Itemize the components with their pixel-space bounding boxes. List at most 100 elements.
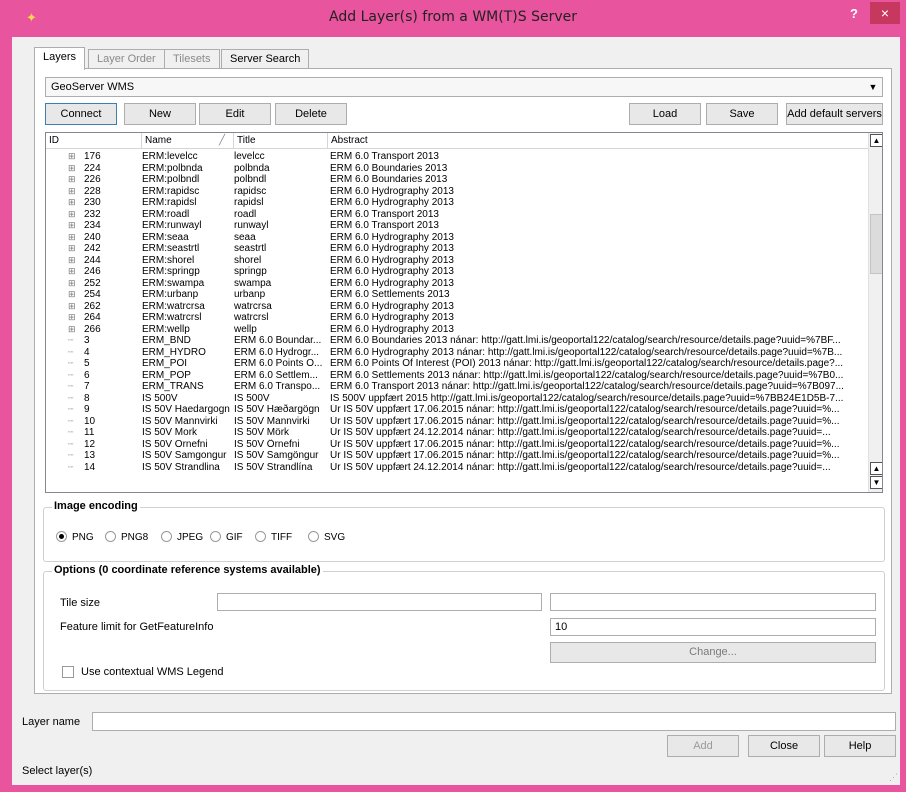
expander-icon[interactable]: ⊞ xyxy=(68,232,80,244)
scroll-up-icon[interactable]: ▲ xyxy=(870,134,882,147)
encoding-radio-png8[interactable]: PNG8 xyxy=(105,531,148,544)
expander-icon[interactable]: ┈ xyxy=(68,358,80,370)
table-row[interactable]: ┈ 14 IS 50V Strandlina IS 50V Strandlína Úr … xyxy=(46,462,868,474)
table-row[interactable]: ┈ 5 ERM_POI ERM 6.0 Points O... ERM 6.0 Poin… xyxy=(46,358,868,370)
contextual-legend-checkbox[interactable] xyxy=(62,666,74,678)
add-default-servers-button[interactable]: Add default servers xyxy=(786,103,883,125)
edit-button[interactable]: Edit xyxy=(199,103,271,125)
row-title: polbnda xyxy=(234,162,270,174)
connect-button[interactable]: Connect xyxy=(45,103,117,125)
expander-icon[interactable]: ┈ xyxy=(68,404,80,416)
expander-icon[interactable]: ⊞ xyxy=(68,174,80,186)
expander-icon[interactable]: ⊞ xyxy=(68,209,80,221)
table-row[interactable]: ⊞ 262 ERM:watrcrsa watrcrsa ERM 6.0 Hydrogra… xyxy=(46,301,868,313)
encoding-radio-png[interactable]: PNG xyxy=(56,531,94,544)
tree-scrollbar[interactable]: ▲ ▲ ▼ xyxy=(868,133,882,492)
change-crs-label: Change... xyxy=(689,646,737,658)
expander-icon[interactable]: ⊞ xyxy=(68,186,80,198)
new-button[interactable]: New xyxy=(124,103,196,125)
tab-layer-order[interactable]: Layer Order xyxy=(88,49,165,69)
table-row[interactable]: ┈ 6 ERM_POP ERM 6.0 Settlem... ERM 6.0 Settl… xyxy=(46,370,868,382)
expander-icon[interactable]: ⊞ xyxy=(68,266,80,278)
expander-icon[interactable]: ⊞ xyxy=(68,151,80,163)
expander-icon[interactable]: ⊞ xyxy=(68,312,80,324)
column-header-name[interactable]: Name ╱ xyxy=(142,133,234,149)
table-row[interactable]: ┈ 13 IS 50V Samgongur IS 50V Samgöngur Úr IS… xyxy=(46,450,868,462)
scroll-up-icon[interactable]: ▲ xyxy=(870,462,882,475)
table-row[interactable]: ┈ 8 IS 500V IS 500V IS 500V uppfært 2015 htt… xyxy=(46,393,868,405)
expander-icon[interactable]: ⊞ xyxy=(68,197,80,209)
table-row[interactable]: ⊞ 232 ERM:roadl roadl ERM 6.0 Transport 2013 xyxy=(46,209,868,221)
expander-icon[interactable]: ┈ xyxy=(68,347,80,359)
expander-icon[interactable]: ┈ xyxy=(68,370,80,382)
table-row[interactable]: ⊞ 224 ERM:polbnda polbnda ERM 6.0 Boundaries… xyxy=(46,163,868,175)
table-row[interactable]: ⊞ 228 ERM:rapidsc rapidsc ERM 6.0 Hydrograph… xyxy=(46,186,868,198)
expander-icon[interactable]: ⊞ xyxy=(68,163,80,175)
expander-icon[interactable]: ┈ xyxy=(68,427,80,439)
tile-size-height-input[interactable] xyxy=(550,593,876,611)
table-row[interactable]: ┈ 10 IS 50V Mannvirki IS 50V Mannvirki Úr IS… xyxy=(46,416,868,428)
expander-icon[interactable]: ⊞ xyxy=(68,324,80,336)
tab-tilesets[interactable]: Tilesets xyxy=(164,49,220,69)
layer-name-input[interactable] xyxy=(92,712,896,731)
expander-icon[interactable]: ⊞ xyxy=(68,301,80,313)
feature-limit-input[interactable]: 10 xyxy=(550,618,876,636)
table-row[interactable]: ⊞ 226 ERM:polbndl polbndl ERM 6.0 Boundaries… xyxy=(46,174,868,186)
expander-icon[interactable]: ┈ xyxy=(68,462,80,474)
expander-icon[interactable]: ┈ xyxy=(68,335,80,347)
tile-size-width-input[interactable] xyxy=(217,593,542,611)
table-row[interactable]: ⊞ 242 ERM:seastrtl seastrtl ERM 6.0 Hydrogra… xyxy=(46,243,868,255)
encoding-radio-tiff[interactable]: TIFF xyxy=(255,531,292,544)
table-row[interactable]: ┈ 4 ERM_HYDRO ERM 6.0 Hydrogr... ERM 6.0 Hyd… xyxy=(46,347,868,359)
table-row[interactable]: ⊞ 240 ERM:seaa seaa ERM 6.0 Hydrography 2013 xyxy=(46,232,868,244)
encoding-radio-gif[interactable]: GIF xyxy=(210,531,243,544)
load-button[interactable]: Load xyxy=(629,103,701,125)
table-row[interactable]: ⊞ 254 ERM:urbanp urbanp ERM 6.0 Settlements … xyxy=(46,289,868,301)
help-button[interactable]: Help xyxy=(824,735,896,757)
expander-icon[interactable]: ┈ xyxy=(68,393,80,405)
column-header-id[interactable]: ID xyxy=(46,133,142,149)
tab-server-search[interactable]: Server Search xyxy=(221,49,310,69)
delete-button[interactable]: Delete xyxy=(275,103,347,125)
encoding-radio-svg[interactable]: SVG xyxy=(308,531,345,544)
encoding-radio-jpeg[interactable]: JPEG xyxy=(161,531,203,544)
help-title-button[interactable]: ? xyxy=(842,4,866,24)
expander-icon[interactable]: ┈ xyxy=(68,439,80,451)
table-row[interactable]: ┈ 11 IS 50V Mork IS 50V Mörk Úr IS 50V uppfæ… xyxy=(46,427,868,439)
expander-icon[interactable]: ⊞ xyxy=(68,243,80,255)
expander-icon[interactable]: ⊞ xyxy=(68,278,80,290)
table-row[interactable]: ⊞ 176 ERM:levelcc levelcc ERM 6.0 Transport … xyxy=(46,151,868,163)
column-header-title[interactable]: Title xyxy=(234,133,328,149)
table-row[interactable]: ⊞ 230 ERM:rapidsl rapidsl ERM 6.0 Hydrograph… xyxy=(46,197,868,209)
resize-grip-icon[interactable]: ⋰ xyxy=(889,772,898,783)
table-row[interactable]: ⊞ 244 ERM:shorel shorel ERM 6.0 Hydrography … xyxy=(46,255,868,267)
server-select[interactable]: GeoServer WMS ▼ xyxy=(45,77,883,97)
change-crs-button[interactable]: Change... xyxy=(550,642,876,663)
close-button[interactable]: Close xyxy=(748,735,820,757)
expander-icon[interactable]: ⊞ xyxy=(68,289,80,301)
table-row[interactable]: ⊞ 234 ERM:runwayl runwayl ERM 6.0 Transport … xyxy=(46,220,868,232)
add-button[interactable]: Add xyxy=(667,735,739,757)
expander-icon[interactable]: ┈ xyxy=(68,450,80,462)
expander-icon[interactable]: ⊞ xyxy=(68,220,80,232)
table-row[interactable]: ┈ 7 ERM_TRANS ERM 6.0 Transpo... ERM 6.0 Tra… xyxy=(46,381,868,393)
column-header-abstract[interactable]: Abstract xyxy=(328,133,868,149)
layers-tree[interactable]: ID Name ╱ Title Abstract ⊞ 176 ERM:levelcc… xyxy=(45,132,883,493)
table-row[interactable]: ⊞ 246 ERM:springp springp ERM 6.0 Hydrograph… xyxy=(46,266,868,278)
table-row[interactable]: ⊞ 266 ERM:wellp wellp ERM 6.0 Hydrography 20… xyxy=(46,324,868,336)
close-window-button[interactable]: × xyxy=(870,2,900,24)
save-button[interactable]: Save xyxy=(706,103,778,125)
table-row[interactable]: ⊞ 252 ERM:swampa swampa ERM 6.0 Hydrography … xyxy=(46,278,868,290)
table-row[interactable]: ┈ 9 IS 50V Haedargogn IS 50V Hæðargögn Úr IS… xyxy=(46,404,868,416)
expander-icon[interactable]: ⊞ xyxy=(68,255,80,267)
tab-layers[interactable]: Layers xyxy=(34,47,86,70)
row-abstract: ERM 6.0 Hydrography 2013 xyxy=(330,231,454,243)
table-row[interactable]: ┈ 12 IS 50V Ornefni IS 50V Örnefni Úr IS 50V… xyxy=(46,439,868,451)
expander-icon[interactable]: ┈ xyxy=(68,416,80,428)
expander-icon[interactable]: ┈ xyxy=(68,381,80,393)
scroll-down-icon[interactable]: ▼ xyxy=(870,476,882,489)
table-row[interactable]: ┈ 3 ERM_BND ERM 6.0 Boundar... ERM 6.0 Bound… xyxy=(46,335,868,347)
table-row[interactable]: ⊞ 264 ERM:watrcrsl watrcrsl ERM 6.0 Hydrogra… xyxy=(46,312,868,324)
row-abstract: ERM 6.0 Settlements 2013 xyxy=(330,289,450,300)
scrollbar-thumb[interactable] xyxy=(870,214,882,274)
